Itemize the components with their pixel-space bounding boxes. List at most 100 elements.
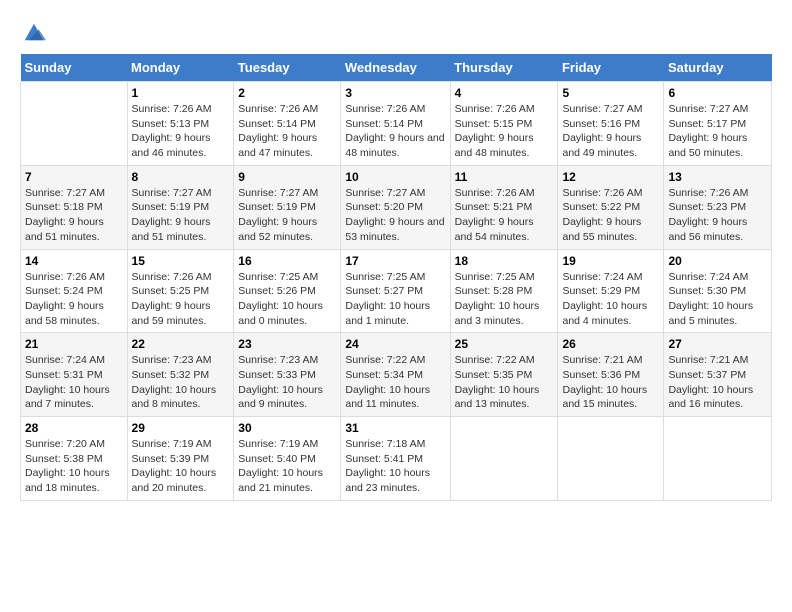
day-info: Sunrise: 7:26 AMSunset: 5:14 PMDaylight:… [345,102,445,161]
day-number: 9 [238,170,336,184]
day-number: 22 [132,337,230,351]
day-number: 15 [132,254,230,268]
day-info: Sunrise: 7:22 AMSunset: 5:34 PMDaylight:… [345,353,445,412]
day-number: 25 [455,337,554,351]
day-number: 27 [668,337,767,351]
day-info: Sunrise: 7:23 AMSunset: 5:33 PMDaylight:… [238,353,336,412]
column-header-wednesday: Wednesday [341,54,450,82]
day-info: Sunrise: 7:27 AMSunset: 5:18 PMDaylight:… [25,186,123,245]
week-row-3: 14 Sunrise: 7:26 AMSunset: 5:24 PMDaylig… [21,249,772,333]
calendar-cell [450,417,558,501]
day-number: 7 [25,170,123,184]
day-number: 23 [238,337,336,351]
day-number: 16 [238,254,336,268]
day-number: 5 [562,86,659,100]
day-info: Sunrise: 7:22 AMSunset: 5:35 PMDaylight:… [455,353,554,412]
day-number: 30 [238,421,336,435]
day-info: Sunrise: 7:27 AMSunset: 5:19 PMDaylight:… [238,186,336,245]
calendar-cell: 6 Sunrise: 7:27 AMSunset: 5:17 PMDayligh… [664,82,772,166]
calendar-cell: 3 Sunrise: 7:26 AMSunset: 5:14 PMDayligh… [341,82,450,166]
column-header-friday: Friday [558,54,664,82]
calendar-cell: 18 Sunrise: 7:25 AMSunset: 5:28 PMDaylig… [450,249,558,333]
day-number: 12 [562,170,659,184]
day-number: 4 [455,86,554,100]
day-number: 14 [25,254,123,268]
column-header-sunday: Sunday [21,54,128,82]
day-number: 20 [668,254,767,268]
calendar-cell: 8 Sunrise: 7:27 AMSunset: 5:19 PMDayligh… [127,165,234,249]
calendar-cell: 30 Sunrise: 7:19 AMSunset: 5:40 PMDaylig… [234,417,341,501]
day-number: 8 [132,170,230,184]
calendar-cell: 11 Sunrise: 7:26 AMSunset: 5:21 PMDaylig… [450,165,558,249]
day-number: 11 [455,170,554,184]
column-header-thursday: Thursday [450,54,558,82]
calendar-cell: 1 Sunrise: 7:26 AMSunset: 5:13 PMDayligh… [127,82,234,166]
day-info: Sunrise: 7:20 AMSunset: 5:38 PMDaylight:… [25,437,123,496]
day-info: Sunrise: 7:26 AMSunset: 5:23 PMDaylight:… [668,186,767,245]
logo-icon [20,20,48,44]
calendar-cell: 5 Sunrise: 7:27 AMSunset: 5:16 PMDayligh… [558,82,664,166]
day-number: 29 [132,421,230,435]
calendar-cell: 7 Sunrise: 7:27 AMSunset: 5:18 PMDayligh… [21,165,128,249]
calendar-cell: 28 Sunrise: 7:20 AMSunset: 5:38 PMDaylig… [21,417,128,501]
calendar-cell: 23 Sunrise: 7:23 AMSunset: 5:33 PMDaylig… [234,333,341,417]
day-number: 26 [562,337,659,351]
week-row-1: 1 Sunrise: 7:26 AMSunset: 5:13 PMDayligh… [21,82,772,166]
column-header-tuesday: Tuesday [234,54,341,82]
calendar-cell: 24 Sunrise: 7:22 AMSunset: 5:34 PMDaylig… [341,333,450,417]
day-info: Sunrise: 7:23 AMSunset: 5:32 PMDaylight:… [132,353,230,412]
calendar-cell: 27 Sunrise: 7:21 AMSunset: 5:37 PMDaylig… [664,333,772,417]
day-number: 3 [345,86,445,100]
header-row: SundayMondayTuesdayWednesdayThursdayFrid… [21,54,772,82]
day-info: Sunrise: 7:27 AMSunset: 5:17 PMDaylight:… [668,102,767,161]
calendar-cell: 31 Sunrise: 7:18 AMSunset: 5:41 PMDaylig… [341,417,450,501]
day-info: Sunrise: 7:27 AMSunset: 5:20 PMDaylight:… [345,186,445,245]
calendar-cell: 17 Sunrise: 7:25 AMSunset: 5:27 PMDaylig… [341,249,450,333]
week-row-2: 7 Sunrise: 7:27 AMSunset: 5:18 PMDayligh… [21,165,772,249]
day-info: Sunrise: 7:19 AMSunset: 5:40 PMDaylight:… [238,437,336,496]
day-number: 10 [345,170,445,184]
day-info: Sunrise: 7:25 AMSunset: 5:26 PMDaylight:… [238,270,336,329]
calendar-cell: 13 Sunrise: 7:26 AMSunset: 5:23 PMDaylig… [664,165,772,249]
day-info: Sunrise: 7:19 AMSunset: 5:39 PMDaylight:… [132,437,230,496]
day-info: Sunrise: 7:27 AMSunset: 5:16 PMDaylight:… [562,102,659,161]
day-info: Sunrise: 7:24 AMSunset: 5:30 PMDaylight:… [668,270,767,329]
week-row-5: 28 Sunrise: 7:20 AMSunset: 5:38 PMDaylig… [21,417,772,501]
calendar-cell: 22 Sunrise: 7:23 AMSunset: 5:32 PMDaylig… [127,333,234,417]
day-info: Sunrise: 7:26 AMSunset: 5:22 PMDaylight:… [562,186,659,245]
day-number: 18 [455,254,554,268]
day-number: 2 [238,86,336,100]
calendar-cell [558,417,664,501]
calendar-cell: 26 Sunrise: 7:21 AMSunset: 5:36 PMDaylig… [558,333,664,417]
calendar-cell [664,417,772,501]
calendar-cell: 21 Sunrise: 7:24 AMSunset: 5:31 PMDaylig… [21,333,128,417]
logo [20,20,52,44]
calendar-cell [21,82,128,166]
day-info: Sunrise: 7:25 AMSunset: 5:27 PMDaylight:… [345,270,445,329]
day-info: Sunrise: 7:26 AMSunset: 5:25 PMDaylight:… [132,270,230,329]
column-header-monday: Monday [127,54,234,82]
day-info: Sunrise: 7:21 AMSunset: 5:37 PMDaylight:… [668,353,767,412]
calendar-cell: 12 Sunrise: 7:26 AMSunset: 5:22 PMDaylig… [558,165,664,249]
calendar-cell: 10 Sunrise: 7:27 AMSunset: 5:20 PMDaylig… [341,165,450,249]
day-info: Sunrise: 7:18 AMSunset: 5:41 PMDaylight:… [345,437,445,496]
day-number: 21 [25,337,123,351]
day-number: 13 [668,170,767,184]
day-info: Sunrise: 7:26 AMSunset: 5:14 PMDaylight:… [238,102,336,161]
day-number: 17 [345,254,445,268]
calendar-table: SundayMondayTuesdayWednesdayThursdayFrid… [20,54,772,501]
day-number: 1 [132,86,230,100]
day-number: 6 [668,86,767,100]
calendar-cell: 2 Sunrise: 7:26 AMSunset: 5:14 PMDayligh… [234,82,341,166]
calendar-cell: 14 Sunrise: 7:26 AMSunset: 5:24 PMDaylig… [21,249,128,333]
column-header-saturday: Saturday [664,54,772,82]
calendar-cell: 16 Sunrise: 7:25 AMSunset: 5:26 PMDaylig… [234,249,341,333]
day-info: Sunrise: 7:24 AMSunset: 5:31 PMDaylight:… [25,353,123,412]
calendar-cell: 9 Sunrise: 7:27 AMSunset: 5:19 PMDayligh… [234,165,341,249]
calendar-cell: 15 Sunrise: 7:26 AMSunset: 5:25 PMDaylig… [127,249,234,333]
day-info: Sunrise: 7:24 AMSunset: 5:29 PMDaylight:… [562,270,659,329]
calendar-cell: 20 Sunrise: 7:24 AMSunset: 5:30 PMDaylig… [664,249,772,333]
day-info: Sunrise: 7:26 AMSunset: 5:21 PMDaylight:… [455,186,554,245]
calendar-cell: 29 Sunrise: 7:19 AMSunset: 5:39 PMDaylig… [127,417,234,501]
calendar-cell: 4 Sunrise: 7:26 AMSunset: 5:15 PMDayligh… [450,82,558,166]
